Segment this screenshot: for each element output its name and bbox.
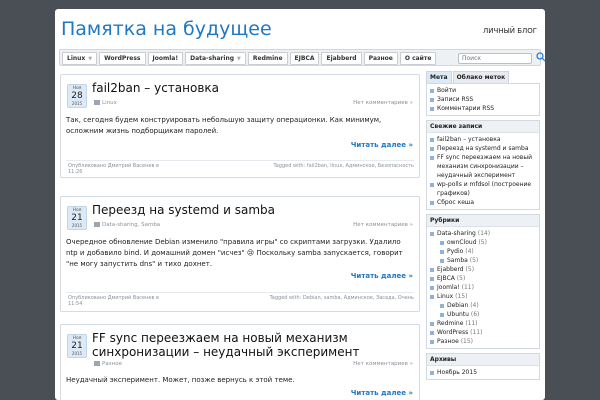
read-more-link[interactable]: Читать далее » bbox=[351, 389, 413, 397]
nav-item-redmine[interactable]: Redmine bbox=[247, 52, 288, 65]
post-comments-link[interactable]: Нет комментариев » bbox=[353, 100, 413, 106]
nav-item-about[interactable]: О сайте bbox=[399, 52, 437, 65]
category-link[interactable]: Joomla! (11) bbox=[430, 283, 536, 292]
post-tags[interactable]: Tagged with: fail2ban, linux, Админское,… bbox=[274, 163, 414, 169]
post-item: Ноя 28 2015 fail2ban – установка Linux Н… bbox=[60, 74, 420, 178]
post-category[interactable]: Data-sharing, Samba bbox=[94, 222, 160, 228]
site-title[interactable]: Памятка на будущее bbox=[61, 18, 272, 40]
post-excerpt: Так, сегодня будем конструировать неболь… bbox=[66, 116, 382, 135]
folder-icon bbox=[94, 222, 100, 227]
tab-meta[interactable]: Мета bbox=[426, 71, 452, 83]
folder-icon bbox=[94, 361, 100, 366]
meta-widget: Войти Записи RSS Комментарии RSS bbox=[426, 83, 540, 116]
archive-link[interactable]: Ноябрь 2015 bbox=[430, 368, 536, 377]
nav-bar: Linux ▼ WordPress Joomla! Data-sharing ▼ R… bbox=[59, 49, 545, 66]
read-more-link[interactable]: Читать далее » bbox=[351, 272, 413, 280]
post-excerpt: Очередное обновление Debian изменило "пр… bbox=[66, 238, 403, 268]
chevron-down-icon: ▼ bbox=[88, 56, 93, 62]
sidebar-tabs: Мета Облако меток bbox=[426, 71, 540, 83]
archives-widget: Архивы Ноябрь 2015 bbox=[426, 353, 540, 380]
recent-post-link[interactable]: Сброс кеша bbox=[430, 198, 536, 207]
post-tags[interactable]: Tagged with: Debian, samba, Админское, З… bbox=[270, 295, 414, 301]
recent-posts-widget: Свежие записи fail2ban – установка Перее… bbox=[426, 120, 540, 210]
category-link[interactable]: Разное (15) bbox=[430, 337, 536, 346]
post-footer: Опубликовано Дмитрий Васенев в 11:54 Tag… bbox=[66, 292, 414, 307]
tab-tag-cloud[interactable]: Облако меток bbox=[452, 71, 510, 83]
post-footer: Опубликовано Дмитрий Васенев в 11:26 Tag… bbox=[66, 160, 414, 175]
sidebar: Мета Облако меток Войти Записи RSS Комме… bbox=[426, 71, 540, 384]
widget-title: Рубрики bbox=[427, 215, 539, 227]
chevron-down-icon: ▼ bbox=[237, 56, 241, 62]
nav-item-data-sharing[interactable]: Data-sharing ▼ bbox=[185, 52, 246, 65]
nav-item-joomla[interactable]: Joomla! bbox=[147, 52, 184, 65]
categories-widget: Рубрики Data-sharing (14) ownCloud (5) P… bbox=[426, 214, 540, 349]
nav-item-misc[interactable]: Разное bbox=[363, 52, 398, 65]
post-author: Опубликовано Дмитрий Васенев в 11:54 bbox=[68, 295, 159, 307]
search-input[interactable] bbox=[458, 53, 532, 64]
recent-post-link[interactable]: fail2ban – установка bbox=[430, 135, 536, 144]
category-link[interactable]: Pydio (4) bbox=[430, 247, 536, 256]
recent-post-link[interactable]: Переезд на systemd и samba bbox=[430, 144, 536, 153]
category-link[interactable]: Linux (15) bbox=[430, 292, 536, 301]
category-link[interactable]: Samba (5) bbox=[430, 256, 536, 265]
post-title[interactable]: fail2ban – установка bbox=[92, 81, 219, 95]
post-item: Ноя 21 2015 FF sync переезжаем на новый … bbox=[60, 324, 420, 400]
posts-column: Ноя 28 2015 fail2ban – установка Linux Н… bbox=[60, 74, 420, 400]
page: Памятка на будущее ЛИЧНЫЙ БЛОГ Linux ▼ Wo… bbox=[55, 9, 545, 400]
nav-item-ejbca[interactable]: EJBCA bbox=[289, 52, 320, 65]
category-link[interactable]: ownCloud (5) bbox=[430, 238, 536, 247]
header: Памятка на будущее ЛИЧНЫЙ БЛОГ bbox=[55, 9, 545, 47]
folder-icon bbox=[94, 100, 100, 105]
post-excerpt: Неудачный эксперимент. Может, позже верн… bbox=[66, 376, 295, 384]
post-comments-link[interactable]: Нет комментариев » bbox=[353, 361, 413, 367]
category-link[interactable]: WordPress (11) bbox=[430, 328, 536, 337]
meta-link-login[interactable]: Войти bbox=[430, 86, 536, 95]
post-title[interactable]: Переезд на systemd и samba bbox=[92, 203, 275, 217]
post-comments-link[interactable]: Нет комментариев » bbox=[353, 222, 413, 228]
nav-item-linux[interactable]: Linux ▼ bbox=[62, 52, 98, 65]
post-date-badge: Ноя 21 2015 bbox=[67, 334, 87, 358]
post-category[interactable]: Разное bbox=[94, 361, 122, 367]
post-date-badge: Ноя 28 2015 bbox=[67, 84, 87, 108]
nav-item-ejabberd[interactable]: Ejabberd bbox=[321, 52, 362, 65]
widget-title: Свежие записи bbox=[427, 121, 539, 133]
nav-item-wordpress[interactable]: WordPress bbox=[99, 52, 146, 65]
post-item: Ноя 21 2015 Переезд на systemd и samba D… bbox=[60, 196, 420, 312]
meta-link-posts-rss[interactable]: Записи RSS bbox=[430, 95, 536, 104]
post-author: Опубликовано Дмитрий Васенев в 11:26 bbox=[68, 163, 159, 175]
post-title[interactable]: FF sync переезжаем на новый механизм син… bbox=[92, 331, 412, 359]
recent-post-link[interactable]: FF sync переезжаем на новый механизм син… bbox=[430, 153, 536, 180]
post-date-badge: Ноя 21 2015 bbox=[67, 206, 87, 230]
category-link[interactable]: Ubuntu (6) bbox=[430, 310, 536, 319]
recent-post-link[interactable]: wp-polls и mfdsol (построение графиков) bbox=[430, 180, 536, 198]
category-link[interactable]: Debian (4) bbox=[430, 301, 536, 310]
read-more-link[interactable]: Читать далее » bbox=[351, 141, 413, 149]
category-link[interactable]: Redmine (11) bbox=[430, 319, 536, 328]
meta-link-comments-rss[interactable]: Комментарии RSS bbox=[430, 104, 536, 113]
widget-title: Архивы bbox=[427, 354, 539, 366]
post-category[interactable]: Linux bbox=[94, 100, 117, 106]
site-tagline: ЛИЧНЫЙ БЛОГ bbox=[483, 27, 538, 35]
search-icon[interactable] bbox=[536, 52, 545, 62]
category-link[interactable]: Data-sharing (14) bbox=[430, 229, 536, 238]
category-link[interactable]: EJBCA (5) bbox=[430, 274, 536, 283]
category-link[interactable]: Ejabberd (5) bbox=[430, 265, 536, 274]
